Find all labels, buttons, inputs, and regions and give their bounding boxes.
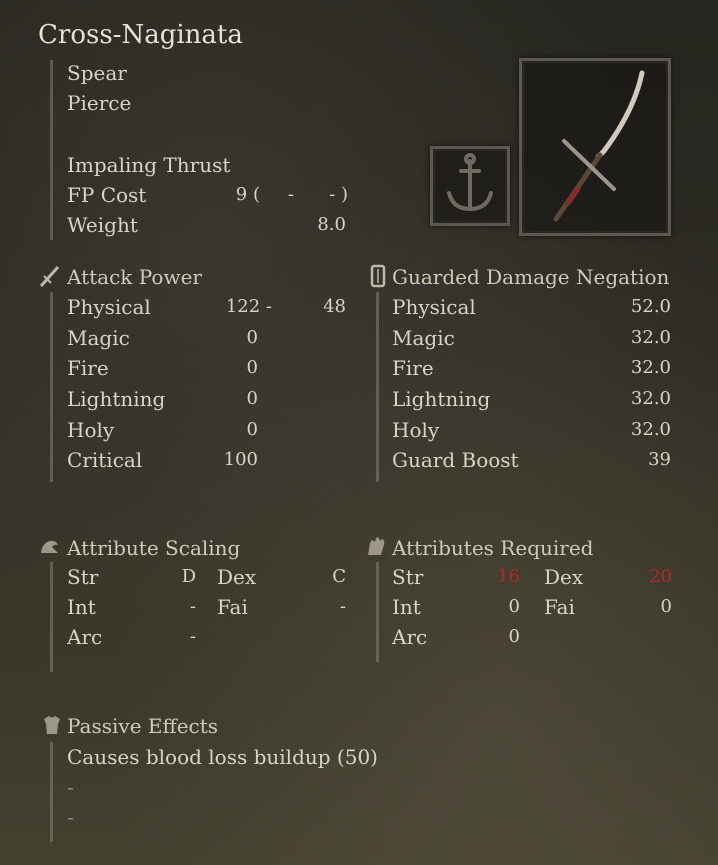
attr-value: C xyxy=(332,566,346,587)
stat-label: Critical xyxy=(67,448,143,472)
stat-label: Holy xyxy=(392,418,440,442)
attr-value: D xyxy=(181,566,196,587)
skill-name: Impaling Thrust xyxy=(67,153,231,177)
section-divider xyxy=(50,292,53,482)
stat-label: Physical xyxy=(392,295,476,319)
stat-value: 0 xyxy=(246,419,258,440)
attr-label: Dex xyxy=(544,565,584,589)
weapon-name: Cross-Naginata xyxy=(38,20,243,50)
attr-value: 0 xyxy=(508,626,520,647)
weapon-image-frame xyxy=(519,58,671,236)
damage-type: Pierce xyxy=(67,91,132,115)
stat-value: 0 xyxy=(246,388,258,409)
stat-label: Lightning xyxy=(67,387,166,411)
stat-value: 52.0 xyxy=(630,296,671,317)
stat-value: 122 - xyxy=(225,296,272,317)
stat-value: 32.0 xyxy=(630,357,671,378)
attr-value: 0 xyxy=(660,596,672,617)
stat-label: Magic xyxy=(67,326,130,350)
stat-label: Physical xyxy=(67,295,151,319)
fp-cost-label: FP Cost xyxy=(67,183,147,207)
stat-value: 39 xyxy=(648,449,671,470)
armor-icon xyxy=(40,713,64,741)
sword-icon xyxy=(38,264,62,292)
weapon-type: Spear xyxy=(67,61,127,85)
stat-label: Guard Boost xyxy=(392,448,519,472)
attr-value: - xyxy=(339,596,346,617)
section-divider xyxy=(376,292,379,482)
attr-value: - xyxy=(189,596,196,617)
stat-value: 100 xyxy=(223,449,258,470)
stat-label: Holy xyxy=(67,418,115,442)
weight-label: Weight xyxy=(67,213,138,237)
attr-label: Fai xyxy=(544,595,575,619)
guarded-heading: Guarded Damage Negation xyxy=(392,265,670,289)
attr-value: 0 xyxy=(508,596,520,617)
attr-label: Fai xyxy=(217,595,248,619)
attr-label: Int xyxy=(392,595,421,619)
attributes-required-heading: Attributes Required xyxy=(392,536,594,560)
stat-value: 32.0 xyxy=(630,388,671,409)
attack-power-heading: Attack Power xyxy=(67,265,202,289)
attr-label: Int xyxy=(67,595,96,619)
attribute-scaling-heading: Attribute Scaling xyxy=(67,536,241,560)
attr-value-insufficient: 20 xyxy=(649,566,672,587)
shield-icon xyxy=(368,264,388,292)
passive-effect-line: - xyxy=(67,775,74,799)
anchor-icon xyxy=(447,153,493,212)
section-divider xyxy=(50,60,53,240)
section-divider xyxy=(376,562,379,662)
stat-value: 0 xyxy=(246,357,258,378)
attr-label: Dex xyxy=(217,565,257,589)
affinity-slot[interactable] xyxy=(430,146,510,226)
section-divider xyxy=(50,742,53,842)
passive-effect-line: - xyxy=(67,805,74,829)
stat-label: Fire xyxy=(67,356,109,380)
attr-value-insufficient: 16 xyxy=(497,566,520,587)
naginata-icon xyxy=(553,70,645,222)
attr-value: - xyxy=(189,626,196,647)
stat-value: 32.0 xyxy=(630,327,671,348)
arm-icon xyxy=(38,535,62,561)
hand-icon xyxy=(364,535,388,561)
fp-cost-value: 9 ( xyxy=(235,184,260,205)
section-divider xyxy=(50,562,53,672)
passive-effect-line: Causes blood loss buildup (50) xyxy=(67,745,378,769)
attr-label: Str xyxy=(392,565,424,589)
fp-cost-value: - ) xyxy=(329,184,348,205)
attr-label: Arc xyxy=(392,625,428,649)
passive-effects-heading: Passive Effects xyxy=(67,714,219,738)
weight-value: 8.0 xyxy=(317,214,346,235)
attr-label: Arc xyxy=(67,625,103,649)
stat-label: Fire xyxy=(392,356,434,380)
fp-cost-value: - xyxy=(287,184,294,205)
stat-label: Lightning xyxy=(392,387,491,411)
attr-label: Str xyxy=(67,565,99,589)
stat-value: 0 xyxy=(246,327,258,348)
stat-value: 32.0 xyxy=(630,419,671,440)
stat-value-extra: 48 xyxy=(323,296,346,317)
stat-label: Magic xyxy=(392,326,455,350)
